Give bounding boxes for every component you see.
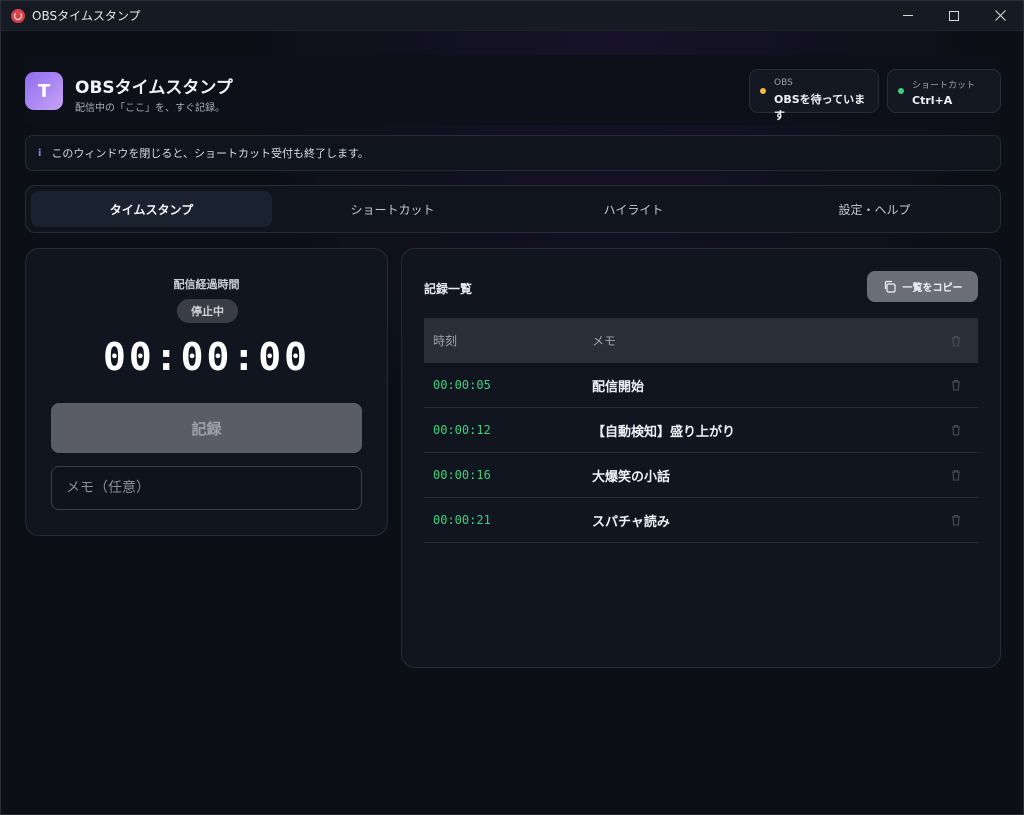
row-memo[interactable]: 【自動検知】盛り上がり <box>592 421 934 440</box>
row-memo[interactable]: 大爆笑の小話 <box>592 466 934 485</box>
obs-status-label: OBS <box>774 78 793 88</box>
copy-icon <box>884 280 896 293</box>
tab-timestamp[interactable]: タイムスタンプ <box>31 191 272 227</box>
title-bar[interactable]: OBSタイムスタンプ <box>1 1 1023 31</box>
minimize-button[interactable] <box>885 1 931 31</box>
trash-icon <box>952 335 960 347</box>
elapsed-time-label: 配信経過時間 <box>173 278 240 291</box>
table-row: 00:00:16 大爆笑の小話 <box>424 453 978 498</box>
shortcut-status-chip: ショートカット Ctrl+A <box>887 69 1001 113</box>
row-memo[interactable]: 配信開始 <box>592 376 934 395</box>
app-title: OBSタイムスタンプ <box>75 78 233 98</box>
maximize-icon <box>949 10 959 21</box>
maximize-button[interactable] <box>931 1 977 31</box>
copy-list-button[interactable]: 一覧をコピー <box>867 271 978 302</box>
copy-list-label: 一覧をコピー <box>902 283 963 294</box>
app-header: T OBSタイムスタンプ 配信中の「ここ」を、すぐ記録。 OBS OBSを待って… <box>25 55 1001 125</box>
table-header: 時刻 メモ <box>424 318 978 363</box>
table-row: 00:00:12 【自動検知】盛り上がり <box>424 408 978 453</box>
timer-panel: 配信経過時間 停止中 00:00:00 記録 <box>25 248 388 536</box>
minimize-icon <box>903 15 913 16</box>
delete-row-button[interactable] <box>934 514 978 526</box>
close-button[interactable] <box>977 1 1023 31</box>
row-time: 00:00:21 <box>433 513 491 527</box>
shortcut-status-label: ショートカット <box>912 81 976 91</box>
obs-status-chip: OBS OBSを待っています <box>749 69 879 122</box>
record-list-title: 記録一覧 <box>424 282 473 296</box>
record-button[interactable]: 記録 <box>51 403 362 453</box>
obs-status-value: OBSを待っています <box>774 93 866 122</box>
record-list-panel: 記録一覧 一覧をコピー 時刻 メモ 00:00:05 配信開始 00:00:12… <box>401 248 1001 668</box>
app-logo: T <box>25 72 63 110</box>
table-row: 00:00:05 配信開始 <box>424 363 978 408</box>
tab-highlight[interactable]: ハイライト <box>513 191 754 227</box>
trash-icon <box>952 514 960 526</box>
shortcut-status-dot <box>898 88 904 94</box>
app-subtitle: 配信中の「ここ」を、すぐ記録。 <box>75 103 225 114</box>
row-time: 00:00:16 <box>433 468 491 482</box>
delete-row-button[interactable] <box>934 469 978 481</box>
record-table: 時刻 メモ 00:00:05 配信開始 00:00:12 【自動検知】盛り上がり <box>424 318 978 543</box>
delete-row-button[interactable] <box>934 379 978 391</box>
status-badge: 停止中 <box>177 299 238 323</box>
table-row: 00:00:21 スパチャ読み <box>424 498 978 543</box>
trash-icon <box>952 469 960 481</box>
window-title: OBSタイムスタンプ <box>32 9 141 23</box>
memo-input[interactable] <box>51 466 362 510</box>
row-memo[interactable]: スパチャ読み <box>592 511 934 530</box>
app-clock-icon <box>11 8 25 23</box>
obs-status-dot <box>760 88 766 94</box>
row-time: 00:00:05 <box>433 378 491 392</box>
delete-all-button[interactable] <box>934 335 978 347</box>
app-window: OBSタイムスタンプ T OBSタイムスタンプ 配信中の「ここ」を、すぐ記録。 … <box>0 0 1024 815</box>
info-icon: i <box>38 147 42 159</box>
elapsed-timer: 00:00:00 <box>102 335 311 379</box>
tab-bar: タイムスタンプ ショートカット ハイライト 設定・ヘルプ <box>25 185 1001 233</box>
delete-row-button[interactable] <box>934 424 978 436</box>
row-time: 00:00:12 <box>433 423 491 437</box>
trash-icon <box>952 379 960 391</box>
close-icon <box>994 10 1006 21</box>
tab-shortcut[interactable]: ショートカット <box>272 191 513 227</box>
tab-settings-help[interactable]: 設定・ヘルプ <box>754 191 995 227</box>
info-text: このウィンドウを閉じると、ショートカット受付も終了します。 <box>51 147 369 160</box>
column-header-time: 時刻 <box>433 334 458 348</box>
shortcut-status-value: Ctrl+A <box>912 94 953 107</box>
main-content: T OBSタイムスタンプ 配信中の「ここ」を、すぐ記録。 OBS OBSを待って… <box>1 31 1023 814</box>
trash-icon <box>952 424 960 436</box>
window-controls <box>885 1 1023 31</box>
info-banner: i このウィンドウを閉じると、ショートカット受付も終了します。 <box>25 135 1001 171</box>
column-header-memo: メモ <box>592 334 617 348</box>
